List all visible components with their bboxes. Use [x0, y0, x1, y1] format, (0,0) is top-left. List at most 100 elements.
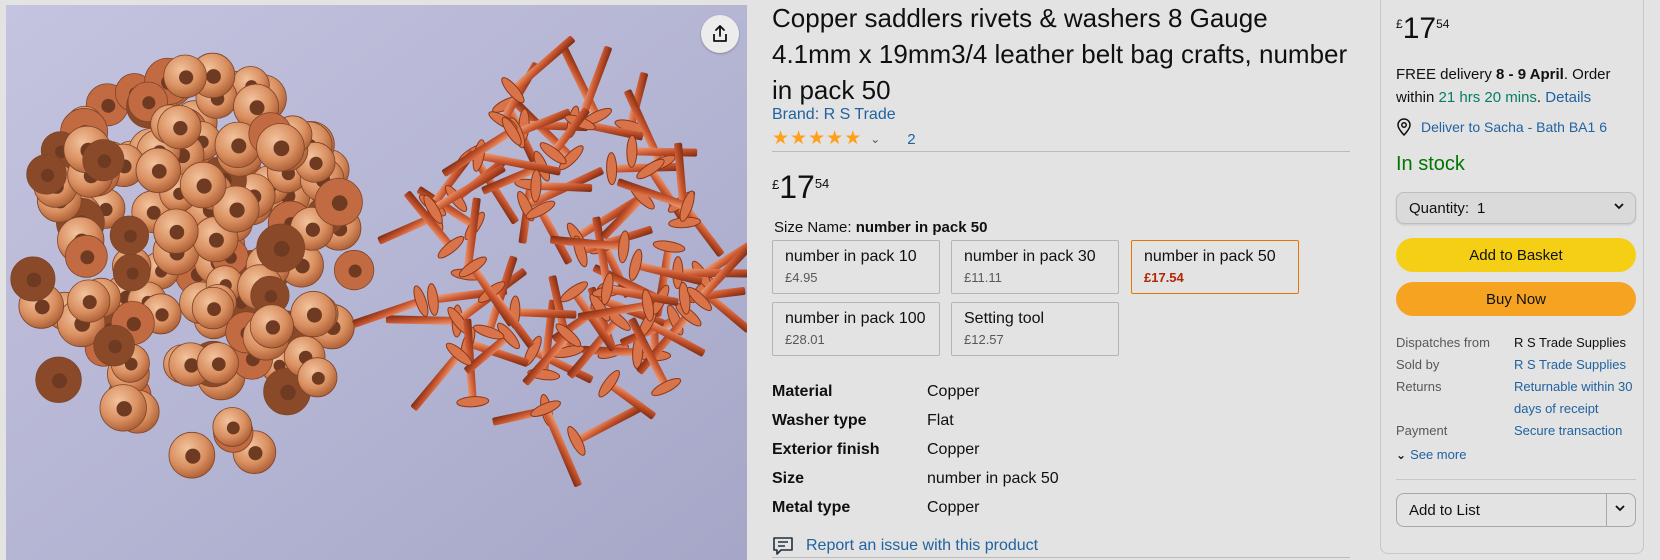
- washer-hole: [265, 320, 281, 335]
- star-icon: ★: [772, 128, 790, 149]
- chevron-down-icon[interactable]: ⌄: [870, 132, 880, 146]
- spec-row-material: Material Copper: [772, 377, 1350, 406]
- size-option-pack-100[interactable]: number in pack 100 £28.01: [772, 302, 940, 356]
- washer-hole: [101, 98, 116, 113]
- washer-hole: [249, 100, 265, 116]
- product-image[interactable]: [6, 5, 747, 560]
- size-option-label: number in pack 50: [1144, 248, 1276, 265]
- sold-by-row: Sold by R S Trade Supplies: [1396, 354, 1641, 376]
- washer-hole: [97, 154, 112, 168]
- size-name-value: number in pack 50: [855, 219, 988, 236]
- add-to-list-button[interactable]: Add to List: [1396, 493, 1636, 527]
- washer-hole: [151, 163, 167, 179]
- size-option-pack-10[interactable]: number in pack 10 £4.95: [772, 240, 940, 294]
- washer-hole: [126, 267, 139, 280]
- washer-hole: [126, 316, 141, 332]
- returns-link[interactable]: Returnable within 30 days of receipt: [1514, 376, 1639, 420]
- size-option-price: £12.57: [964, 332, 1004, 347]
- washer-hole: [207, 302, 221, 316]
- divider: [772, 557, 1350, 558]
- deliver-to-link[interactable]: Deliver to Sacha - Bath BA1 6: [1396, 118, 1607, 136]
- meta-label: Dispatches from: [1396, 335, 1490, 350]
- washer-hole: [226, 421, 240, 435]
- chevron-down-icon: [1613, 200, 1625, 215]
- washer-hole: [40, 168, 55, 182]
- washer-hole: [196, 178, 212, 194]
- size-option-setting-tool[interactable]: Setting tool £12.57: [951, 302, 1119, 356]
- quantity-label: Quantity:: [1409, 199, 1470, 217]
- star-rating[interactable]: ★ ★ ★ ★ ★: [772, 129, 861, 149]
- washer-hole: [155, 308, 169, 322]
- star-icon: ★: [790, 128, 808, 149]
- meta-label: Returns: [1396, 379, 1442, 394]
- quantity-value: 1: [1477, 199, 1486, 217]
- price-currency: £: [772, 177, 780, 192]
- washer-hole: [208, 232, 224, 248]
- brand-link[interactable]: Brand: R S Trade: [772, 106, 896, 124]
- stock-status: In stock: [1396, 153, 1465, 175]
- product-title: Copper saddlers rivets & washers 8 Gauge…: [772, 3, 1348, 105]
- speech-bubble-icon: [773, 537, 793, 555]
- buy-box: £ 17 54 FREE delivery 8 - 9 April. Order…: [1380, 0, 1644, 554]
- size-option-pack-50[interactable]: number in pack 50 £17.54: [1131, 240, 1299, 294]
- size-option-price: £17.54: [1144, 270, 1184, 285]
- button-divider: [1606, 494, 1607, 526]
- delivery-details-link[interactable]: Details: [1545, 89, 1591, 106]
- add-to-basket-button[interactable]: Add to Basket: [1396, 238, 1636, 272]
- washer-hole: [231, 138, 247, 154]
- spec-row-size: Size number in pack 50: [772, 464, 1350, 493]
- price-fraction: 54: [814, 176, 830, 191]
- size-option-label: number in pack 100: [785, 310, 926, 327]
- rating-row[interactable]: ★ ★ ★ ★ ★ ⌄ 2: [772, 128, 916, 150]
- chevron-down-icon: ⌄: [1396, 447, 1407, 462]
- delivery-dates: 8 - 9 April: [1496, 66, 1564, 83]
- spec-key: Exterior finish: [772, 440, 880, 458]
- price-currency: £: [1396, 17, 1403, 31]
- washer-hole: [309, 156, 323, 170]
- size-option-label: number in pack 10: [785, 248, 917, 265]
- share-icon: [710, 24, 730, 44]
- size-name-label: Size Name: number in pack 50: [774, 219, 987, 236]
- washer-hole: [306, 307, 322, 323]
- meta-label: Sold by: [1396, 357, 1440, 372]
- see-more-link[interactable]: ⌄ See more: [1396, 447, 1466, 462]
- size-option-price: £11.11: [964, 270, 1002, 285]
- washer-hole: [311, 371, 325, 385]
- size-option-pack-30[interactable]: number in pack 30 £11.11: [951, 240, 1119, 294]
- washer-hole: [179, 70, 194, 85]
- seller-link[interactable]: R S Trade Supplies: [1514, 354, 1639, 376]
- washer-hole: [273, 241, 290, 257]
- spec-key: Washer type: [772, 411, 867, 429]
- washer-hole: [206, 69, 221, 84]
- size-option-price: £4.95: [785, 270, 818, 285]
- buy-now-button[interactable]: Buy Now: [1396, 282, 1636, 316]
- buybox-price: £ 17 54: [1396, 11, 1449, 47]
- washer-hole: [331, 195, 348, 211]
- washer-hole: [169, 224, 185, 240]
- washer-hole: [273, 140, 290, 157]
- size-option-label: number in pack 30: [964, 248, 1096, 265]
- order-within-time: 21 hrs 20 mins: [1438, 89, 1537, 106]
- washer-hole: [348, 264, 362, 278]
- washer-hole: [211, 357, 226, 372]
- share-button[interactable]: [701, 15, 739, 53]
- spec-value: number in pack 50: [927, 469, 1059, 487]
- divider: [1396, 479, 1636, 480]
- spec-key: Metal type: [772, 498, 851, 516]
- returns-row: Returns Returnable within 30 days of rec…: [1396, 376, 1641, 420]
- star-icon: ★: [844, 128, 862, 149]
- washer-hole: [34, 299, 50, 315]
- star-icon: ★: [808, 128, 826, 149]
- spec-key: Material: [772, 382, 833, 400]
- price-whole: 17: [1402, 12, 1437, 45]
- chevron-down-icon[interactable]: [1614, 502, 1626, 517]
- review-count-link[interactable]: 2: [907, 131, 915, 148]
- report-issue-link[interactable]: Report an issue with this product: [772, 536, 1038, 556]
- quantity-select[interactable]: Quantity: 1: [1396, 192, 1636, 224]
- size-name-prefix: Size Name:: [774, 219, 852, 236]
- product-details: Copper saddlers rivets & washers 8 Gauge…: [772, 0, 1350, 560]
- add-to-list-label: Add to List: [1409, 501, 1480, 519]
- product-price: £ 17 54: [772, 168, 829, 206]
- payment-link[interactable]: Secure transaction: [1514, 420, 1639, 442]
- spec-row-exterior-finish: Exterior finish Copper: [772, 435, 1350, 464]
